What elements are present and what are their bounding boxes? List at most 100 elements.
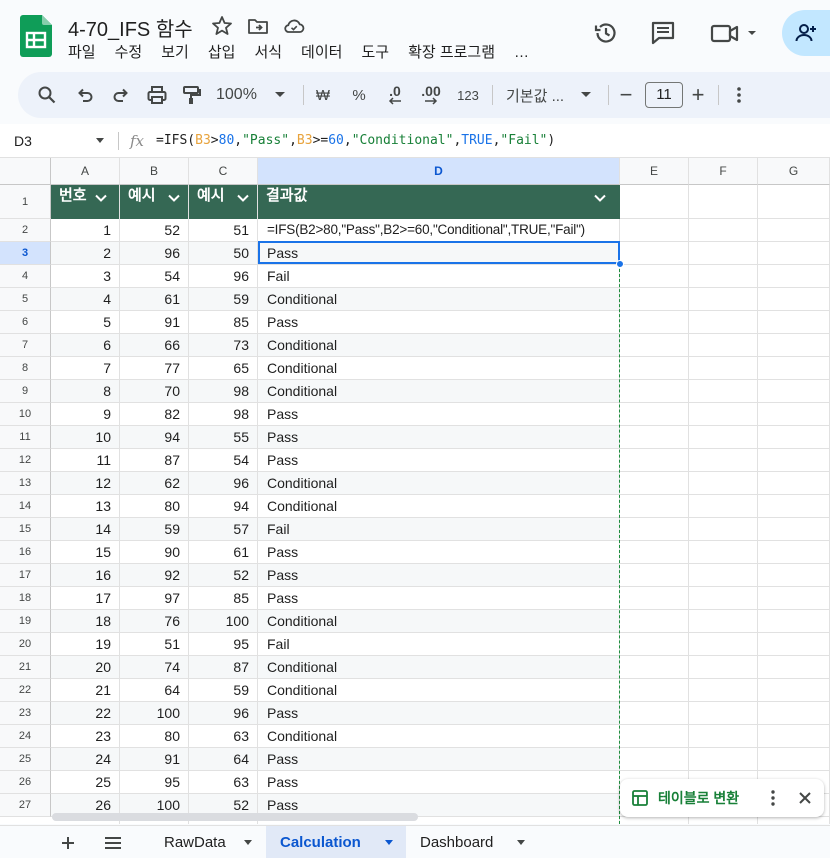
cell-c22[interactable]: 59 bbox=[189, 679, 257, 702]
row-header-25[interactable]: 25 bbox=[0, 748, 51, 771]
row-header-6[interactable]: 6 bbox=[0, 311, 51, 334]
percent-format-button[interactable]: % bbox=[348, 72, 370, 118]
cell-b13[interactable]: 62 bbox=[120, 472, 188, 495]
cell-b26[interactable]: 95 bbox=[120, 771, 188, 794]
menu-insert[interactable]: 삽입 bbox=[208, 43, 236, 63]
cell-b21[interactable]: 74 bbox=[120, 656, 188, 679]
cell-b7[interactable]: 66 bbox=[120, 334, 188, 357]
cell-c7[interactable]: 73 bbox=[189, 334, 257, 357]
cell-b16[interactable]: 90 bbox=[120, 541, 188, 564]
menu-extensions[interactable]: 확장 프로그램 bbox=[408, 43, 495, 63]
row-header-9[interactable]: 9 bbox=[0, 380, 51, 403]
zoom-select[interactable]: 100% bbox=[216, 72, 294, 118]
row-header-27[interactable]: 27 bbox=[0, 794, 51, 817]
row-header-8[interactable]: 8 bbox=[0, 357, 51, 380]
cell-c20[interactable]: 95 bbox=[189, 633, 257, 656]
cell-b17[interactable]: 92 bbox=[120, 564, 188, 587]
menu-data[interactable]: 데이터 bbox=[301, 43, 342, 63]
font-size-input[interactable]: 11 bbox=[645, 72, 683, 118]
cell-d8[interactable]: Conditional bbox=[258, 357, 619, 380]
column-header-c[interactable]: C bbox=[189, 158, 258, 185]
cell-d6[interactable]: Pass bbox=[258, 311, 619, 334]
cell-a15[interactable]: 14 bbox=[51, 518, 119, 541]
cell-a14[interactable]: 13 bbox=[51, 495, 119, 518]
cell-b9[interactable]: 70 bbox=[120, 380, 188, 403]
cell-d19[interactable]: Conditional bbox=[258, 610, 619, 633]
fill-handle[interactable] bbox=[616, 260, 624, 268]
filter-chevron-icon[interactable] bbox=[168, 194, 180, 202]
cell-a3[interactable]: 2 bbox=[51, 242, 119, 265]
comments-icon[interactable] bbox=[647, 17, 679, 49]
cell-b5[interactable]: 61 bbox=[120, 288, 188, 311]
cell-a18[interactable]: 17 bbox=[51, 587, 119, 610]
cell-a16[interactable]: 15 bbox=[51, 541, 119, 564]
cell-b10[interactable]: 82 bbox=[120, 403, 188, 426]
cell-c17[interactable]: 52 bbox=[189, 564, 257, 587]
row-header-15[interactable]: 15 bbox=[0, 518, 51, 541]
filter-chevron-icon[interactable] bbox=[237, 194, 249, 202]
cell-d4[interactable]: Fail bbox=[258, 265, 619, 288]
row-header-18[interactable]: 18 bbox=[0, 587, 51, 610]
cell-a11[interactable]: 10 bbox=[51, 426, 119, 449]
cell-d13[interactable]: Conditional bbox=[258, 472, 619, 495]
cell-c4[interactable]: 96 bbox=[189, 265, 257, 288]
cell-c25[interactable]: 64 bbox=[189, 748, 257, 771]
search-menus-button[interactable] bbox=[34, 72, 60, 118]
cell-c18[interactable]: 85 bbox=[189, 587, 257, 610]
cell-c3[interactable]: 50 bbox=[189, 242, 257, 265]
cell-b15[interactable]: 59 bbox=[120, 518, 188, 541]
cell-d21[interactable]: Conditional bbox=[258, 656, 619, 679]
cell-d20[interactable]: Fail bbox=[258, 633, 619, 656]
cell-d11[interactable]: Pass bbox=[258, 426, 619, 449]
cell-a24[interactable]: 23 bbox=[51, 725, 119, 748]
row-header-17[interactable]: 17 bbox=[0, 564, 51, 587]
cell-b23[interactable]: 100 bbox=[120, 702, 188, 725]
version-history-icon[interactable] bbox=[590, 17, 622, 49]
sheets-logo-icon[interactable] bbox=[20, 15, 52, 57]
cell-d17[interactable]: Pass bbox=[258, 564, 619, 587]
print-button[interactable] bbox=[144, 72, 170, 118]
meet-video-icon[interactable] bbox=[708, 17, 760, 49]
header-cell-d[interactable]: 결과값 bbox=[258, 185, 620, 219]
menu-file[interactable]: 파일 bbox=[68, 43, 96, 63]
number-format-button[interactable]: 123 bbox=[454, 72, 482, 118]
header-cell-a[interactable]: 번호 bbox=[51, 185, 119, 219]
row-header-16[interactable]: 16 bbox=[0, 541, 51, 564]
row-header-4[interactable]: 4 bbox=[0, 265, 51, 288]
caret-down-icon[interactable] bbox=[95, 137, 105, 145]
row-header-11[interactable]: 11 bbox=[0, 426, 51, 449]
cell-d24[interactable]: Conditional bbox=[258, 725, 619, 748]
row-header-26[interactable]: 26 bbox=[0, 771, 51, 794]
column-header-a[interactable]: A bbox=[51, 158, 120, 185]
cell-d18[interactable]: Pass bbox=[258, 587, 619, 610]
cell-a12[interactable]: 11 bbox=[51, 449, 119, 472]
cell-d23[interactable]: Pass bbox=[258, 702, 619, 725]
row-header-1[interactable]: 1 bbox=[0, 185, 51, 219]
cell-a2[interactable]: 1 bbox=[51, 219, 119, 242]
cell-a8[interactable]: 7 bbox=[51, 357, 119, 380]
close-icon[interactable] bbox=[798, 791, 812, 805]
cell-b4[interactable]: 54 bbox=[120, 265, 188, 288]
cell-b12[interactable]: 87 bbox=[120, 449, 188, 472]
cell-b11[interactable]: 94 bbox=[120, 426, 188, 449]
more-vert-icon[interactable] bbox=[770, 789, 776, 807]
row-header-19[interactable]: 19 bbox=[0, 610, 51, 633]
add-sheet-icon[interactable] bbox=[60, 835, 76, 851]
header-cell-c[interactable]: 예시 bbox=[189, 185, 257, 219]
column-header-e[interactable]: E bbox=[620, 158, 689, 185]
sheet-tab-rawdata[interactable]: RawData bbox=[148, 826, 264, 858]
undo-button[interactable] bbox=[72, 72, 98, 118]
cell-a23[interactable]: 22 bbox=[51, 702, 119, 725]
cell-a10[interactable]: 9 bbox=[51, 403, 119, 426]
cell-a13[interactable]: 12 bbox=[51, 472, 119, 495]
cell-c9[interactable]: 98 bbox=[189, 380, 257, 403]
increase-decimal-button[interactable]: .00 bbox=[416, 72, 446, 118]
cell-c26[interactable]: 63 bbox=[189, 771, 257, 794]
cell-c23[interactable]: 96 bbox=[189, 702, 257, 725]
column-header-g[interactable]: G bbox=[758, 158, 830, 185]
document-title[interactable]: 4-70_IFS 함수 bbox=[68, 13, 193, 42]
cell-c5[interactable]: 59 bbox=[189, 288, 257, 311]
cell-c24[interactable]: 63 bbox=[189, 725, 257, 748]
menu-format[interactable]: 서식 bbox=[254, 43, 282, 63]
star-icon[interactable] bbox=[210, 14, 234, 38]
